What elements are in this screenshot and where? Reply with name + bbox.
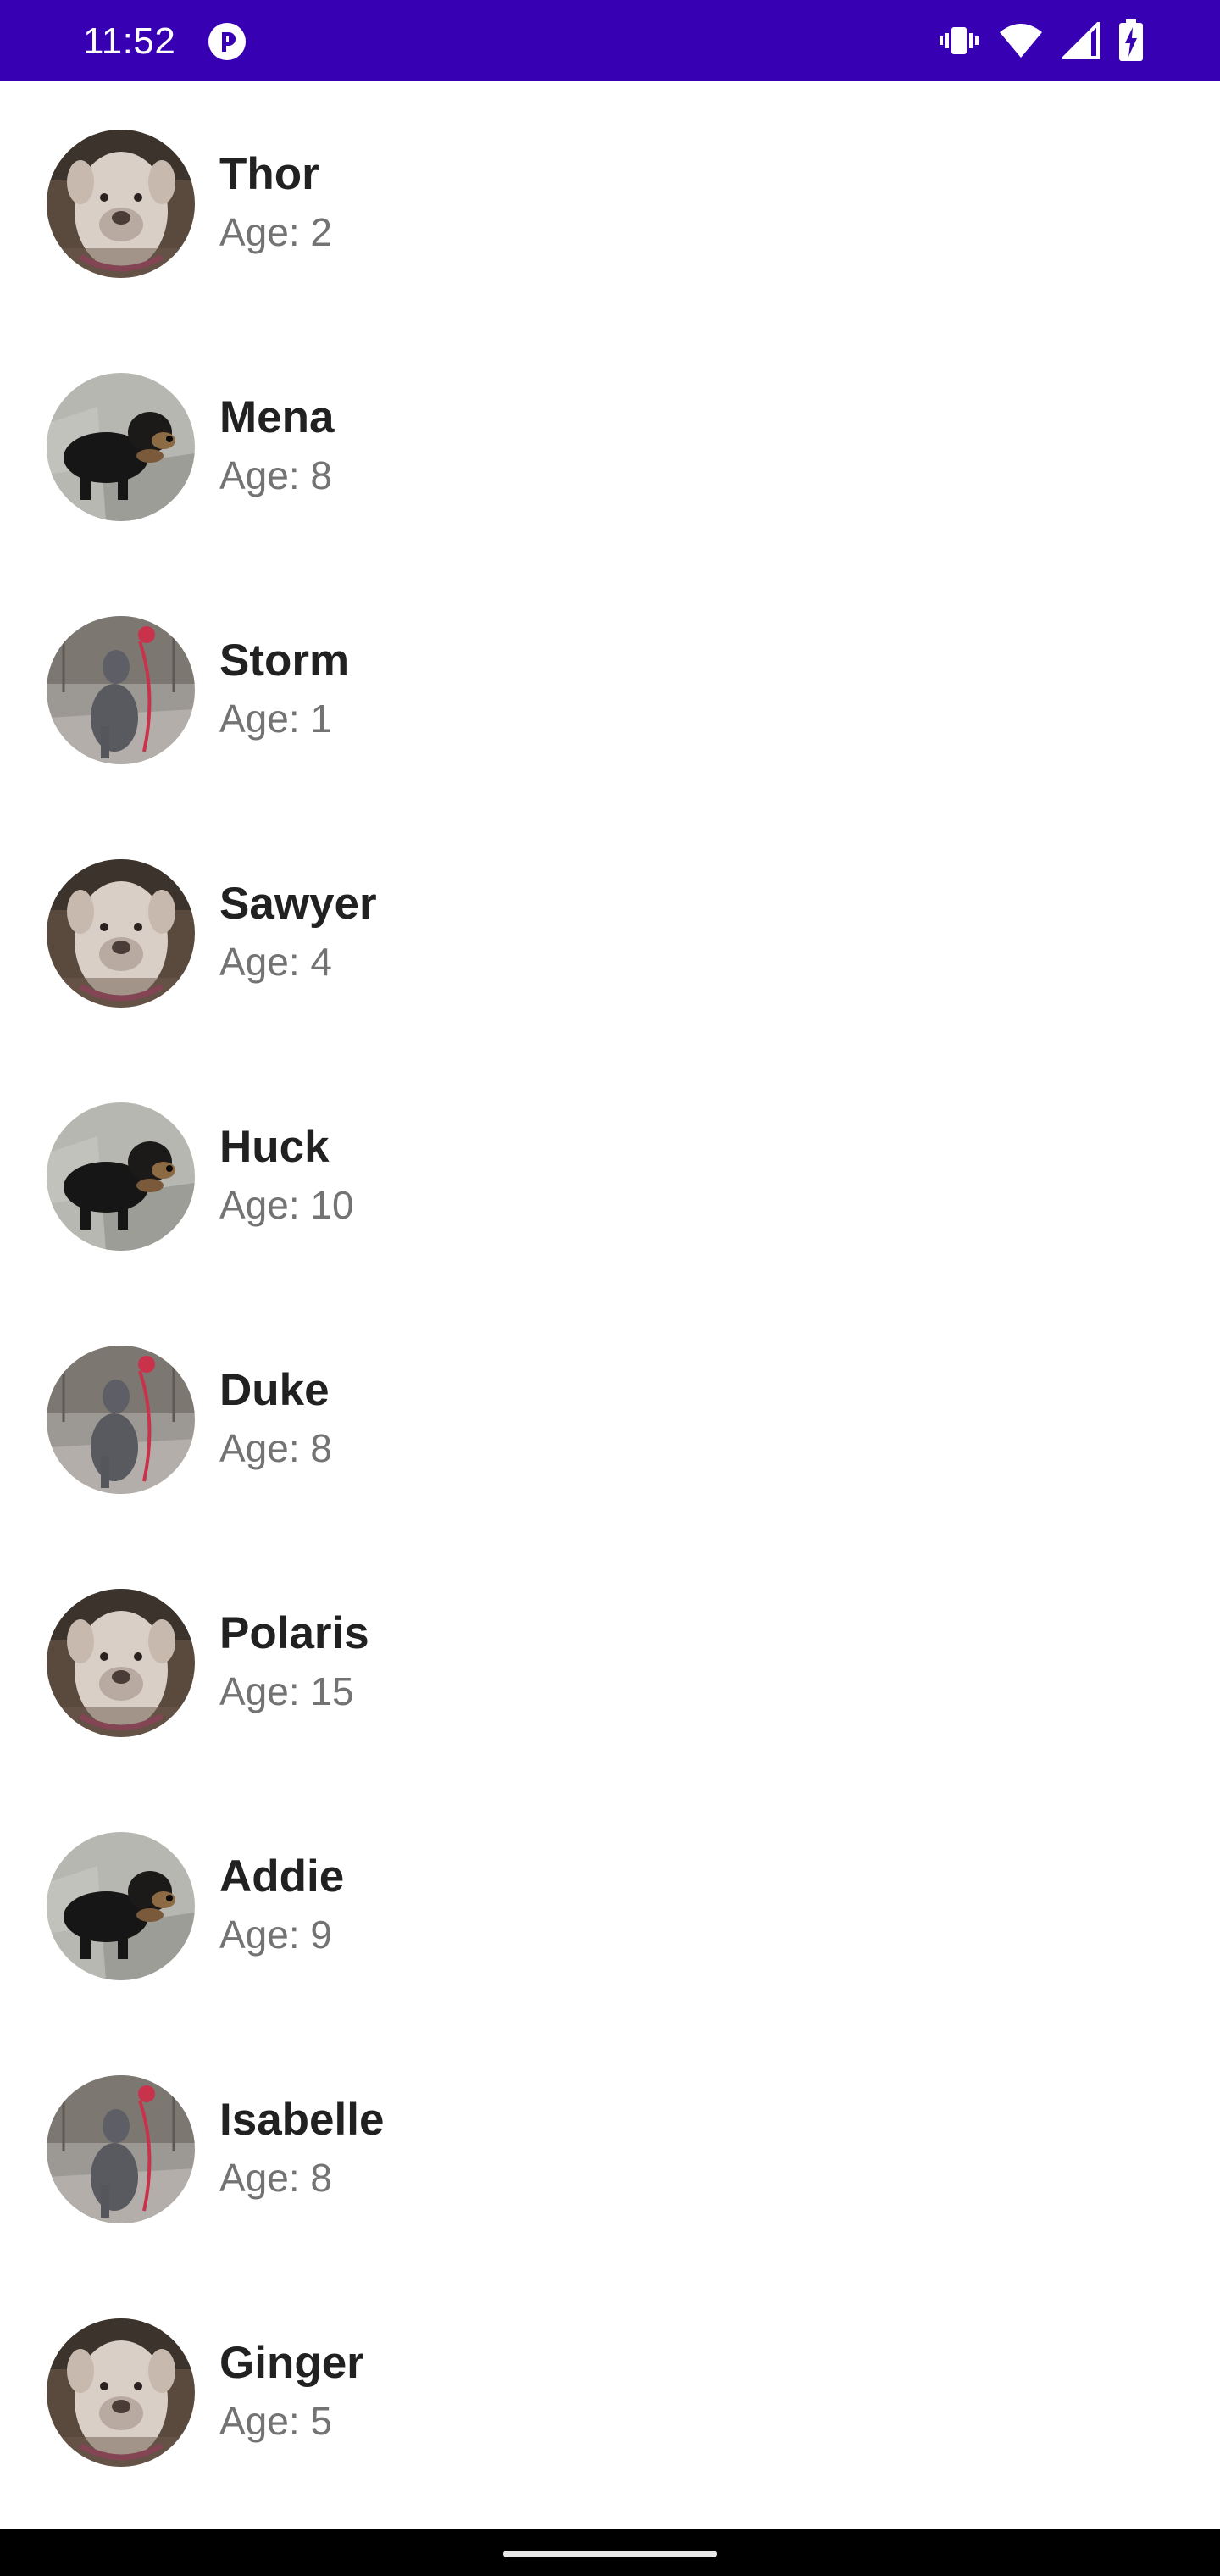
- dog-avatar-pitbull-photo: [47, 130, 195, 278]
- dog-name: Huck: [219, 1122, 330, 1172]
- dog-list-item[interactable]: Duke Age: 8: [0, 1297, 1220, 1541]
- dog-avatar-grey-dog-leash-photo: [47, 2075, 195, 2223]
- dog-list-item[interactable]: Polaris Age: 15: [0, 1541, 1220, 1784]
- dog-list-item[interactable]: Sawyer Age: 4: [0, 811, 1220, 1054]
- cell-signal-icon: [1062, 22, 1100, 59]
- dog-name: Sawyer: [219, 879, 377, 929]
- dog-list[interactable]: Thor Age: 2 Mena Age: 8 Storm Age: 1 Saw…: [0, 81, 1220, 2513]
- home-gesture-handle[interactable]: [503, 2551, 717, 2557]
- dog-age: Age: 8: [219, 1426, 332, 1470]
- dog-list-item[interactable]: Storm Age: 1: [0, 568, 1220, 811]
- dog-list-item[interactable]: Huck Age: 10: [0, 1054, 1220, 1297]
- dog-name: Polaris: [219, 1608, 369, 1658]
- dog-age: Age: 4: [219, 940, 332, 984]
- dog-list-item[interactable]: Addie Age: 9: [0, 1784, 1220, 2027]
- dog-name: Duke: [219, 1365, 330, 1415]
- dog-age: Age: 8: [219, 2156, 332, 2200]
- status-time: 11:52: [83, 20, 176, 62]
- status-bar: 11:52: [0, 0, 1220, 81]
- dog-avatar-grey-dog-leash-photo: [47, 616, 195, 764]
- dog-name: Thor: [219, 149, 319, 199]
- dog-list-item[interactable]: Mena Age: 8: [0, 325, 1220, 568]
- dog-name: Ginger: [219, 2338, 364, 2388]
- dog-list-item[interactable]: Thor Age: 2: [0, 81, 1220, 325]
- dog-list-item[interactable]: Ginger Age: 5: [0, 2270, 1220, 2513]
- battery-charging-icon: [1118, 19, 1144, 62]
- dog-avatar-pitbull-photo: [47, 859, 195, 1008]
- dog-age: Age: 2: [219, 210, 332, 254]
- dog-avatar-black-tan-dog-photo: [47, 1832, 195, 1980]
- vibrate-icon: [939, 24, 979, 58]
- dog-age: Age: 15: [219, 1669, 354, 1713]
- dog-age: Age: 10: [219, 1183, 354, 1227]
- dog-age: Age: 1: [219, 697, 332, 741]
- dog-list-item[interactable]: Isabelle Age: 8: [0, 2027, 1220, 2270]
- dog-name: Mena: [219, 392, 335, 442]
- app-notification-icon: [207, 21, 247, 62]
- dog-avatar-pitbull-photo: [47, 1589, 195, 1737]
- dog-name: Addie: [219, 1852, 345, 1901]
- dog-avatar-black-tan-dog-photo: [47, 373, 195, 521]
- dog-avatar-pitbull-photo: [47, 2318, 195, 2467]
- dog-age: Age: 5: [219, 2399, 332, 2443]
- wifi-icon: [998, 22, 1044, 59]
- dog-name: Storm: [219, 636, 350, 686]
- dog-name: Isabelle: [219, 2095, 385, 2145]
- dog-avatar-grey-dog-leash-photo: [47, 1346, 195, 1494]
- navigation-bar: [0, 2529, 1220, 2576]
- dog-age: Age: 9: [219, 1913, 332, 1957]
- dog-age: Age: 8: [219, 453, 332, 497]
- dog-avatar-black-tan-dog-photo: [47, 1102, 195, 1251]
- status-icons: [939, 19, 1144, 63]
